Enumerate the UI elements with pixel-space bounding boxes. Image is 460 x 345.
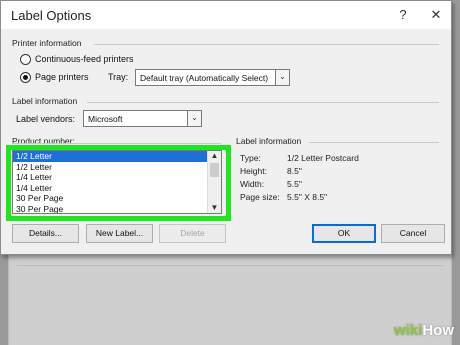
- document-rule: [17, 265, 443, 266]
- new-label-button[interactable]: New Label...: [86, 224, 153, 243]
- background-document: [8, 255, 452, 345]
- help-button[interactable]: ?: [392, 5, 414, 25]
- scroll-thumb[interactable]: [210, 163, 219, 177]
- list-item[interactable]: 30 Per Page: [13, 204, 207, 214]
- tray-dropdown[interactable]: Default tray (Automatically Select) ⌄: [135, 69, 290, 86]
- list-scrollbar[interactable]: ▲ ▼: [207, 151, 221, 213]
- height-value: 8.5": [287, 166, 302, 176]
- continuous-feed-radio[interactable]: [20, 54, 31, 65]
- chevron-down-icon: ⌄: [275, 70, 289, 85]
- details-button[interactable]: Details...: [12, 224, 79, 243]
- scroll-up-icon[interactable]: ▲: [208, 151, 221, 161]
- label-options-dialog: Label Options ? ✕ Printer information Co…: [0, 0, 452, 255]
- scroll-down-icon[interactable]: ▼: [208, 203, 221, 213]
- dialog-title: Label Options: [11, 8, 92, 23]
- label-details-title: Label information: [236, 136, 302, 146]
- label-details-divider: [309, 142, 439, 143]
- page-size-value: 5.5" X 8.5": [287, 192, 328, 202]
- list-item[interactable]: 1/2 Letter: [13, 151, 207, 162]
- type-value: 1/2 Letter Postcard: [287, 153, 359, 163]
- close-button[interactable]: ✕: [425, 5, 447, 25]
- list-item[interactable]: 1/4 Letter: [13, 172, 207, 183]
- printer-information-label: Printer information: [12, 38, 82, 48]
- cancel-button[interactable]: Cancel: [381, 224, 445, 243]
- label-vendors-label: Label vendors:: [16, 114, 76, 124]
- label-vendors-value: Microsoft: [88, 114, 123, 124]
- chevron-down-icon: ⌄: [187, 111, 201, 126]
- label-information-label: Label information: [12, 96, 78, 106]
- tray-label: Tray:: [108, 72, 129, 82]
- width-value: 5.5": [287, 179, 302, 189]
- list-item[interactable]: 1/2 Letter: [13, 162, 207, 173]
- product-divider: [12, 143, 221, 144]
- type-label: Type:: [240, 153, 261, 163]
- list-item[interactable]: 30 Per Page: [13, 193, 207, 204]
- wikihow-watermark: wikiHow: [393, 322, 454, 339]
- page-printers-radio[interactable]: [20, 72, 31, 83]
- product-number-list[interactable]: 1/2 Letter 1/2 Letter 1/4 Letter 1/4 Let…: [12, 150, 222, 214]
- continuous-feed-label[interactable]: Continuous-feed printers: [35, 54, 134, 64]
- page-printers-label[interactable]: Page printers: [35, 72, 89, 82]
- label-vendors-dropdown[interactable]: Microsoft ⌄: [83, 110, 202, 127]
- ok-button[interactable]: OK: [312, 224, 376, 243]
- label-info-divider: [87, 102, 439, 103]
- title-bar: Label Options ? ✕: [1, 1, 451, 29]
- page-size-label: Page size:: [240, 192, 280, 202]
- tray-value: Default tray (Automatically Select): [140, 73, 269, 83]
- height-label: Height:: [240, 166, 267, 176]
- delete-button[interactable]: Delete: [159, 224, 226, 243]
- width-label: Width:: [240, 179, 265, 189]
- printer-info-divider: [94, 44, 439, 45]
- list-item[interactable]: 1/4 Letter: [13, 183, 207, 194]
